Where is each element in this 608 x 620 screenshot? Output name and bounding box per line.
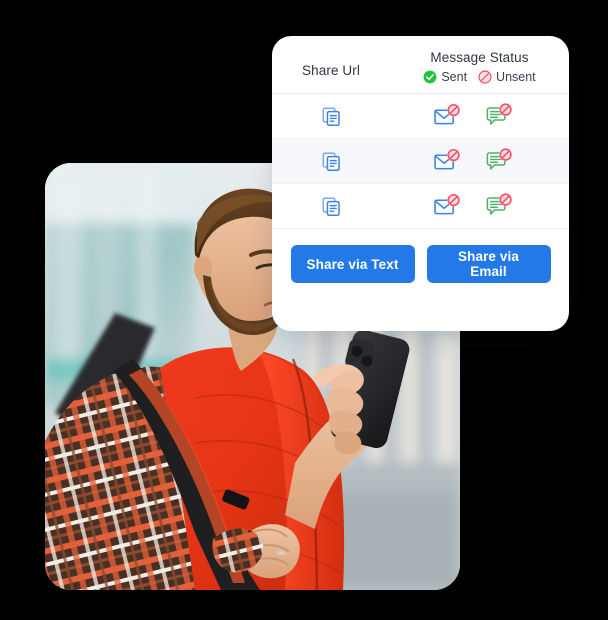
email-unsent-icon[interactable] xyxy=(433,103,461,129)
blocked-circle-icon xyxy=(478,70,492,84)
table-row xyxy=(272,94,569,139)
action-buttons: Share via Text Share via Email xyxy=(272,245,569,283)
table-row xyxy=(272,139,569,184)
table-header: Share Url Message Status Sent Unsent xyxy=(272,36,569,94)
legend-item-sent: Sent xyxy=(423,70,467,84)
legend-item-unsent: Unsent xyxy=(478,70,536,84)
cell-share-url xyxy=(272,106,390,127)
sms-unsent-icon[interactable] xyxy=(485,193,513,219)
message-status-label: Message Status xyxy=(430,50,529,65)
cell-share-url xyxy=(272,196,390,217)
copy-icon[interactable] xyxy=(321,106,342,127)
share-card: Share Url Message Status Sent Unsent Sha… xyxy=(272,36,569,331)
share-via-email-button[interactable]: Share via Email xyxy=(426,245,551,283)
cell-message-status xyxy=(390,193,569,219)
table-row xyxy=(272,184,569,229)
check-circle-icon xyxy=(423,70,437,84)
cell-message-status xyxy=(390,148,569,174)
cell-message-status xyxy=(390,103,569,129)
email-unsent-icon[interactable] xyxy=(433,193,461,219)
sms-unsent-icon[interactable] xyxy=(485,148,513,174)
share-rows xyxy=(272,94,569,229)
legend-label-sent: Sent xyxy=(441,70,468,84)
copy-icon[interactable] xyxy=(321,196,342,217)
legend-label-unsent: Unsent xyxy=(496,70,536,84)
share-url-label: Share Url xyxy=(302,63,360,78)
column-header-share-url: Share Url xyxy=(272,50,390,78)
sms-unsent-icon[interactable] xyxy=(485,103,513,129)
copy-icon[interactable] xyxy=(321,151,342,172)
status-legend: Sent Unsent xyxy=(423,70,536,84)
column-header-message-status: Message Status Sent Unsent xyxy=(390,50,569,84)
cell-share-url xyxy=(272,151,390,172)
share-via-text-button[interactable]: Share via Text xyxy=(290,245,415,283)
actions-spacer xyxy=(272,229,569,245)
email-unsent-icon[interactable] xyxy=(433,148,461,174)
